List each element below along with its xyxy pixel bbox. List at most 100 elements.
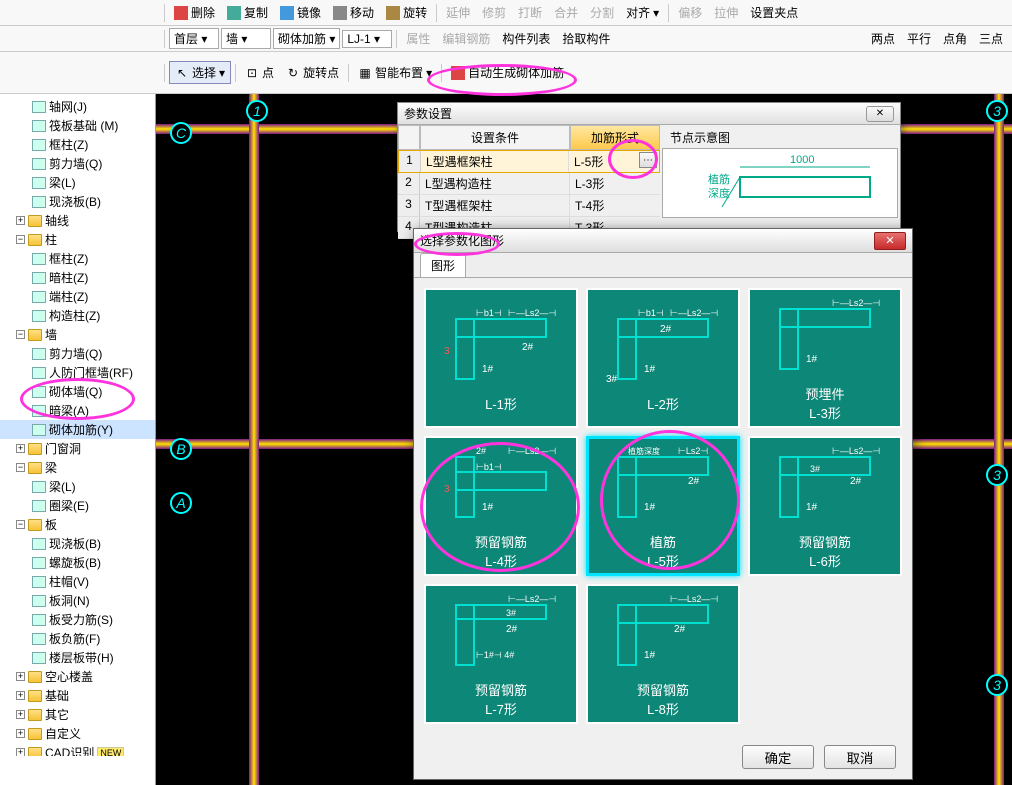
tree-slab[interactable]: −板 bbox=[0, 515, 155, 534]
tree-slabhole[interactable]: 板洞(N) bbox=[0, 591, 155, 610]
smartlayout-button[interactable]: ▦智能布置 ▾ bbox=[353, 62, 437, 83]
figure-dialog-titlebar[interactable]: 选择参数化图形 ✕ bbox=[414, 229, 912, 253]
rotatepoint-button[interactable]: ↻旋转点 bbox=[281, 62, 344, 83]
stretch-button: 拉伸 bbox=[709, 2, 743, 23]
tree-spiralslab[interactable]: 螺旋板(B) bbox=[0, 553, 155, 572]
tree-framecol[interactable]: 框柱(Z) bbox=[0, 135, 155, 154]
threepoints-button[interactable]: 三点 bbox=[974, 28, 1008, 49]
tree-castslab[interactable]: 现浇板(B) bbox=[0, 192, 155, 211]
break-button: 打断 bbox=[513, 2, 547, 23]
tree-beam[interactable]: 梁(L) bbox=[0, 173, 155, 192]
move-button[interactable]: 移动 bbox=[328, 2, 379, 23]
copy-button[interactable]: 复制 bbox=[222, 2, 273, 23]
svg-text:1#: 1# bbox=[644, 650, 656, 661]
axis-a: A bbox=[170, 492, 192, 514]
pointangle-button[interactable]: 点角 bbox=[938, 28, 972, 49]
tree-beam2[interactable]: 梁(L) bbox=[0, 477, 155, 496]
figure-l6[interactable]: ⊢—Ls2—⊣3#2#1# 预留钢筋 L-6形 bbox=[748, 436, 902, 576]
param-dialog: 参数设置 ✕ 设置条件 加筋形式 1 L型遇框架柱 L-5形⋯ 2 L型遇构造柱… bbox=[397, 102, 901, 232]
pickcomponent-button[interactable]: 拾取构件 bbox=[557, 28, 615, 49]
floor-select[interactable]: 首层 ▾ bbox=[169, 28, 219, 49]
tree-constrcol[interactable]: 构造柱(Z) bbox=[0, 306, 155, 325]
tree-foundation[interactable]: +基础 bbox=[0, 686, 155, 705]
col-rebarshape[interactable]: 加筋形式 bbox=[570, 125, 660, 150]
figure-l5[interactable]: 植筋深度⊢Ls2⊣2#1# 植筋 L-5形 bbox=[586, 436, 740, 576]
tree-castslab2[interactable]: 现浇板(B) bbox=[0, 534, 155, 553]
tree-masonwall[interactable]: 砌体墙(Q) bbox=[0, 382, 155, 401]
rotate-button[interactable]: 旋转 bbox=[381, 2, 432, 23]
tree-ringbeam[interactable]: 圈梁(E) bbox=[0, 496, 155, 515]
svg-text:⊢b1⊣: ⊢b1⊣ bbox=[638, 308, 664, 318]
lj-select[interactable]: LJ-1 ▾ bbox=[342, 30, 392, 48]
node-diagram: 1000 植筋 深度 bbox=[662, 148, 898, 218]
svg-text:⊢—Ls2—⊣: ⊢—Ls2—⊣ bbox=[508, 308, 556, 318]
align-button[interactable]: 对齐 ▾ bbox=[621, 2, 664, 23]
twopoints-button[interactable]: 两点 bbox=[866, 28, 900, 49]
tree-hollowfloor[interactable]: +空心楼盖 bbox=[0, 667, 155, 686]
svg-text:⊢—Ls2—⊣: ⊢—Ls2—⊣ bbox=[832, 446, 880, 456]
tree-masonry-reinforce[interactable]: 砌体加筋(Y) bbox=[0, 420, 155, 439]
tree-beamcat[interactable]: −梁 bbox=[0, 458, 155, 477]
mirror-button[interactable]: 镜像 bbox=[275, 2, 326, 23]
svg-text:⊢b1⊣: ⊢b1⊣ bbox=[476, 462, 502, 472]
ellipsis-button[interactable]: ⋯ bbox=[639, 152, 657, 168]
tree-column[interactable]: −柱 bbox=[0, 230, 155, 249]
setclamp-button[interactable]: 设置夹点 bbox=[745, 2, 803, 23]
cancel-button[interactable]: 取消 bbox=[824, 745, 896, 769]
tree-slabneg[interactable]: 板负筋(F) bbox=[0, 629, 155, 648]
svg-text:⊢b1⊣: ⊢b1⊣ bbox=[476, 308, 502, 318]
tree-raft[interactable]: 筏板基础 (M) bbox=[0, 116, 155, 135]
tree-wall[interactable]: −墙 bbox=[0, 325, 155, 344]
figure-l4[interactable]: 2#⊢—Ls2—⊣⊢b1⊣1#3 预留钢筋 L-4形 bbox=[424, 436, 578, 576]
svg-text:2#: 2# bbox=[674, 624, 686, 635]
wall-select[interactable]: 墙 ▾ bbox=[221, 28, 271, 49]
tree-custom[interactable]: +自定义 bbox=[0, 724, 155, 743]
param-dialog-titlebar[interactable]: 参数设置 ✕ bbox=[398, 103, 900, 125]
tree-colcap[interactable]: 柱帽(V) bbox=[0, 572, 155, 591]
svg-text:深度: 深度 bbox=[708, 186, 730, 200]
tree-axis[interactable]: 轴网(J) bbox=[0, 97, 155, 116]
tree-hiddencol[interactable]: 暗柱(Z) bbox=[0, 268, 155, 287]
masonry-select[interactable]: 砌体加筋 ▾ bbox=[273, 28, 340, 49]
figure-tab[interactable]: 图形 bbox=[420, 253, 466, 277]
tree-axisline[interactable]: +轴线 bbox=[0, 211, 155, 230]
tree-doorwindow[interactable]: +门窗洞 bbox=[0, 439, 155, 458]
figure-l2[interactable]: ⊢b1⊣⊢—Ls2—⊣2#1#3# L-2形 bbox=[586, 288, 740, 428]
tree-slabbearing[interactable]: 板受力筋(S) bbox=[0, 610, 155, 629]
tree-shearwall[interactable]: 剪力墙(Q) bbox=[0, 154, 155, 173]
axis-3c: 3 bbox=[986, 674, 1008, 696]
tree-shearwall2[interactable]: 剪力墙(Q) bbox=[0, 344, 155, 363]
tree-other[interactable]: +其它 bbox=[0, 705, 155, 724]
svg-text:2#: 2# bbox=[688, 476, 700, 487]
col-setcond[interactable]: 设置条件 bbox=[420, 125, 570, 150]
figure-l8[interactable]: ⊢—Ls2—⊣2#1# 预留钢筋 L-8形 bbox=[586, 584, 740, 724]
svg-text:1#: 1# bbox=[482, 502, 494, 513]
ok-button[interactable]: 确定 bbox=[742, 745, 814, 769]
figure-l1[interactable]: ⊢b1⊣⊢—Ls2—⊣2#1#3 L-1形 bbox=[424, 288, 578, 428]
autogenerate-button[interactable]: 自动生成砌体加筋 bbox=[446, 62, 569, 83]
parallel-button[interactable]: 平行 bbox=[902, 28, 936, 49]
tree-cad[interactable]: +CAD识别 NEW bbox=[0, 743, 155, 756]
figure-dialog-title: 选择参数化图形 bbox=[420, 232, 504, 249]
param-dialog-close[interactable]: ✕ bbox=[866, 106, 894, 122]
figure-dialog-close[interactable]: ✕ bbox=[874, 232, 906, 250]
svg-text:2#: 2# bbox=[476, 446, 486, 456]
trim-button: 修剪 bbox=[477, 2, 511, 23]
componentlist-button[interactable]: 构件列表 bbox=[497, 28, 555, 49]
svg-text:⊢—Ls2—⊣: ⊢—Ls2—⊣ bbox=[508, 594, 556, 604]
tree-floorstrip[interactable]: 楼层板带(H) bbox=[0, 648, 155, 667]
point-icon: ⊡ bbox=[245, 66, 259, 80]
tree-airdefense[interactable]: 人防门框墙(RF) bbox=[0, 363, 155, 382]
tree-hiddenbeam[interactable]: 暗梁(A) bbox=[0, 401, 155, 420]
copy-icon bbox=[227, 6, 241, 20]
tree-endcol[interactable]: 端柱(Z) bbox=[0, 287, 155, 306]
delete-button[interactable]: 删除 bbox=[169, 2, 220, 23]
figure-l7[interactable]: ⊢—Ls2—⊣3#2#⊢1#⊣ 4# 预留钢筋 L-7形 bbox=[424, 584, 578, 724]
tree-framecol2[interactable]: 框柱(Z) bbox=[0, 249, 155, 268]
point-button[interactable]: ⊡点 bbox=[240, 62, 279, 83]
figure-l3[interactable]: ⊢—Ls2—⊣1# 预埋件 L-3形 bbox=[748, 288, 902, 428]
param-dialog-title: 参数设置 bbox=[404, 105, 452, 122]
toolbar-3: ↖选择 ▾ ⊡点 ↻旋转点 ▦智能布置 ▾ 自动生成砌体加筋 bbox=[0, 52, 1012, 94]
svg-text:⊢1#⊣ 4#: ⊢1#⊣ 4# bbox=[476, 650, 514, 660]
select-button[interactable]: ↖选择 ▾ bbox=[169, 61, 231, 84]
